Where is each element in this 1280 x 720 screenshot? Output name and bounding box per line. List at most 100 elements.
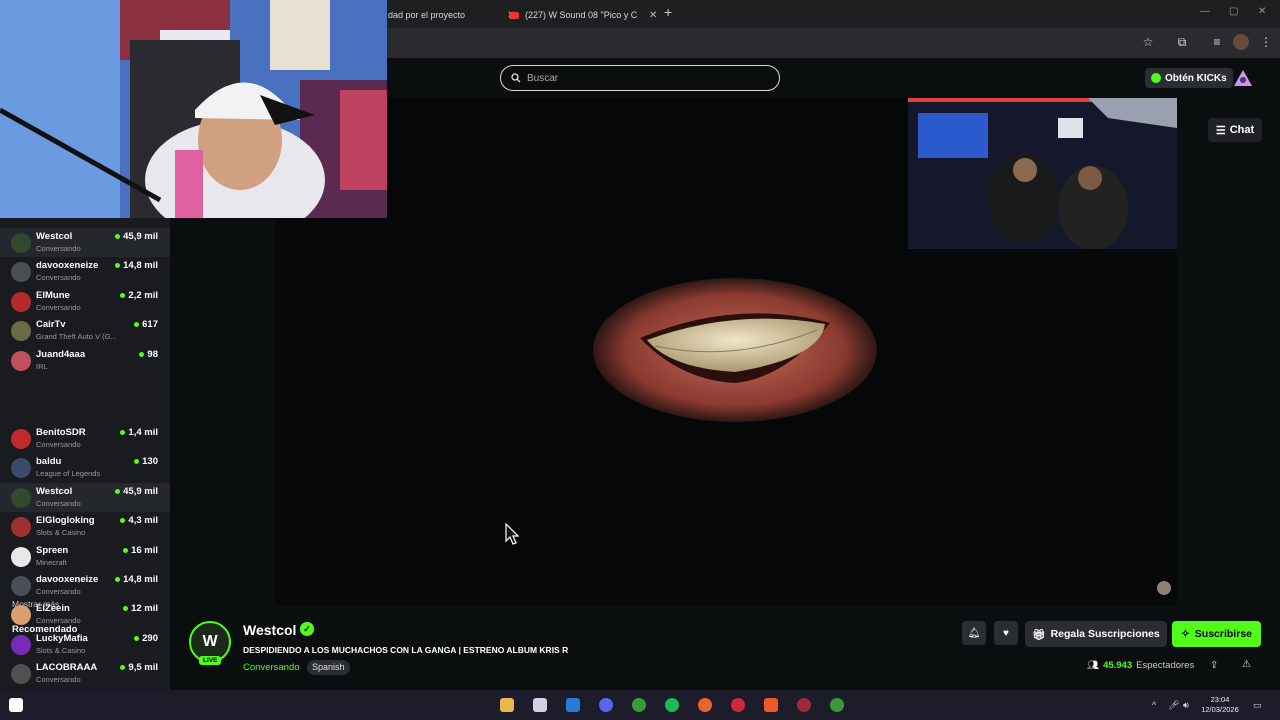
channel-avatar [11,576,31,596]
kicks-icon [1151,73,1161,83]
channel-name: ElMune [36,289,70,301]
brave-icon[interactable] [764,698,778,712]
viewer-count: 9,5 mil [128,662,158,674]
sidebar-channel-item[interactable]: CairTv Grand Theft Auto V (G... 617 [0,316,170,345]
browser-tab[interactable]: dad por el proyecto ✕ [388,4,515,26]
channel-category: League of Legends [36,469,101,479]
chrome-alt-icon[interactable] [830,698,844,712]
live-dot-icon [120,665,126,671]
channel-viewers: 16 mil [123,545,158,556]
notifications-icon[interactable]: ▭ [1253,700,1262,711]
chat-toggle-button[interactable]: ☰ Chat [1208,118,1262,142]
channel-category: Conversando [36,498,81,508]
viewer-count: 290 [142,632,158,644]
tab-title: dad por el proyecto [388,10,466,20]
share-icon[interactable]: ⇪ [1210,660,1218,671]
minimize-icon[interactable]: — [1200,6,1210,17]
sidebar-channel-item[interactable]: davooxeneize Conversando 14,8 mil [0,257,170,286]
channel-viewers: 45,9 mil [115,231,158,242]
westcol-logo: W [202,633,218,650]
profile-avatar[interactable] [1233,34,1249,50]
channel-category: Conversando [36,440,81,449]
channel-category: Conversando [36,675,81,685]
viewer-count: 12 mil [131,603,158,615]
get-kicks-button[interactable]: Obtén KICKs [1145,68,1233,88]
sidebar-channel-item[interactable]: BenitoSDR Conversando 1,4 mil [0,424,170,453]
follow-heart-button[interactable]: ♥ [994,621,1018,645]
sidebar-channel-item[interactable]: Juand4aaa IRL 98 [0,346,170,375]
search-input[interactable]: Buscar [500,65,780,91]
channel-avatar [11,233,31,253]
language-tag[interactable]: Spanish [307,660,350,675]
live-dot-icon [134,635,140,641]
sidebar-channel-item[interactable]: ElMune Conversando 2,2 mil [0,287,170,316]
heart-icon: ♥ [1003,627,1009,639]
windows-start-icon[interactable] [9,698,23,712]
discord-icon[interactable] [599,698,613,712]
tray-chevron-icon[interactable]: ^ [1152,700,1156,710]
sidebar-channel-item[interactable]: baldu League of Legends 130 [0,453,170,482]
window-close-icon[interactable]: ✕ [1258,6,1266,17]
cookie-icon[interactable] [1157,581,1171,595]
maximize-icon[interactable]: ▢ [1229,6,1238,17]
taskbar-clock[interactable]: 23:04 12/03/2026 [1198,695,1242,715]
extensions-icon[interactable]: ⧉ [1174,34,1190,50]
picture-in-picture-video[interactable] [908,98,1177,249]
viewer-count: 1,4 mil [128,427,158,438]
viewer-number: 45.943 [1103,660,1133,671]
streamer-name[interactable]: Westcol [243,622,296,638]
spotify-icon[interactable] [665,698,679,712]
channel-avatar [11,321,31,342]
live-dot-icon [115,263,121,269]
gift-subscriptions-button[interactable]: 🎁︎ Regala Suscripciones [1025,621,1167,647]
sidebar-channel-item[interactable]: LuckyMafia Slots & Casino 290 [0,630,170,659]
stream-category-link[interactable]: Conversando [243,662,300,673]
chat-label: Chat [1229,124,1255,136]
verified-icon: ✓ [300,622,314,636]
store-icon[interactable] [533,698,547,712]
channel-name: LACOBRAAA [36,662,98,674]
sidebar-channel-item[interactable]: ElZeein Conversando 12 mil [0,600,170,629]
user-avatar-icon[interactable] [1233,68,1253,88]
subscribe-button[interactable]: ✧ Suscribirse [1172,621,1261,647]
live-dot-icon [120,292,126,298]
volume-icon[interactable]: 🔊︎ [1183,700,1189,711]
viewer-count: 👥︎ 45.943 Espectadores [1087,660,1194,671]
browser-tab[interactable]: (227) W Sound 08 "Pico y Chao" ✕ [509,4,657,26]
youtube-icon [509,11,519,19]
sidebar-channel-item[interactable]: Westcol Conversando 45,9 mil [0,228,170,257]
file-explorer-icon[interactable] [500,698,514,712]
sidebar-channel-item[interactable]: ElGlogloking Slots & Casino 4,3 mil [0,512,170,541]
kicks-label: Obtén KICKs [1165,72,1227,84]
live-dot-icon [120,430,126,435]
channel-name: Juand4aaa [36,348,86,360]
channel-avatar [11,350,31,371]
sidebar-channel-item[interactable]: davooxeneize Conversando 14,8 mil [0,571,170,600]
microphone-icon[interactable]: 🎤︎ [1168,700,1179,711]
media-control-icon[interactable]: ≡ [1209,34,1225,50]
firefox-icon[interactable] [698,698,712,712]
channel-name: Westcol [36,231,73,242]
sidebar-channel-item[interactable]: LACOBRAAA Conversando 9,5 mil [0,659,170,688]
channel-avatar [11,262,31,283]
obs-icon[interactable] [797,698,811,712]
chrome-icon[interactable] [632,698,646,712]
notification-bell-button[interactable]: 🔔︎ [962,621,986,645]
viewer-label: Espectadores [1136,660,1195,671]
bookmark-star-icon[interactable]: ☆ [1140,34,1156,50]
sidebar-channel-item[interactable]: Spreen Minecraft 16 mil [0,542,170,571]
browser-menu-icon[interactable]: ⋮ [1258,34,1274,50]
viewer-count: 617 [142,319,158,331]
mail-icon[interactable] [566,698,580,712]
report-warning-icon[interactable]: ⚠ [1242,659,1251,670]
new-tab-button[interactable]: + [664,4,672,20]
opera-icon[interactable] [731,698,745,712]
channel-viewers: 9,5 mil [120,662,158,673]
sidebar-channel-item[interactable]: Westcol Conversando 45,9 mil [0,482,170,512]
search-placeholder: Buscar [527,72,559,84]
tab-close-icon[interactable]: ✕ [649,10,657,21]
channel-category: Slots & Casino [36,645,86,655]
channel-viewers: 45,9 mil [115,486,158,497]
live-dot-icon [115,577,121,582]
channel-name: LuckyMafia [36,632,88,644]
